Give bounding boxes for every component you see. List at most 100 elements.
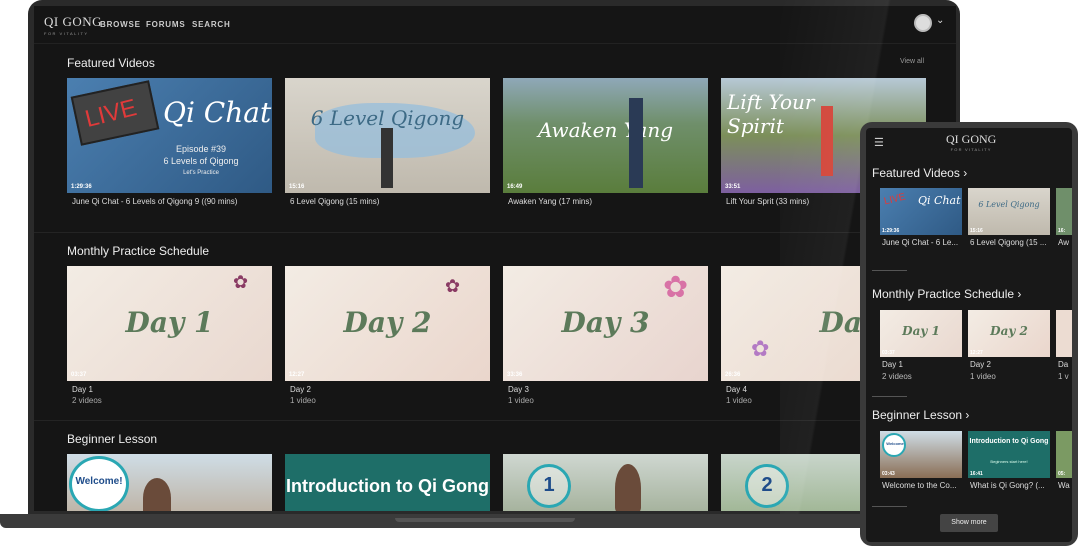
mobile-scroll-indicator [872, 270, 907, 271]
nav-forums[interactable]: FORUMS [146, 20, 185, 29]
thumb-title: Introduction to Qi Gong [969, 438, 1049, 445]
laptop-notch [395, 518, 575, 522]
mobile-video-title[interactable]: Aw [1058, 238, 1072, 247]
video-title[interactable]: Awaken Yang (17 mins) [508, 197, 713, 206]
thumb-title: Awaken Yang [537, 118, 674, 142]
thumb-title: 6 Level Qigong [310, 106, 465, 130]
mobile-thumb[interactable]: LIVE Qi Chat 1:29:36 [880, 188, 962, 235]
mobile-thumb[interactable]: Day 1 03:37 [880, 310, 962, 357]
mobile-thumb[interactable]: 05: [1056, 431, 1072, 478]
mobile-section-monthly[interactable]: Monthly Practice Schedule › [872, 287, 1021, 301]
chevron-down-icon[interactable]: ⌄ [936, 15, 944, 26]
video-card-awaken-yang[interactable]: Awaken Yang 16:49 [503, 78, 708, 193]
thumb-title: 6 Level Qigong [978, 200, 1040, 209]
duration-label: 03:37 [882, 350, 895, 356]
mobile-video-title[interactable]: Day 1 [882, 360, 903, 369]
flower-icon: ✿ [233, 272, 249, 292]
figure [629, 98, 643, 188]
mobile-logo[interactable]: QI GONG FOR VITALITY [946, 132, 996, 152]
thumb-title: Qi Chat [163, 96, 272, 129]
live-badge: LIVE [882, 191, 907, 208]
figure [381, 128, 393, 188]
video-title[interactable]: Day 1 [72, 385, 277, 394]
duration-label: 26:36 [725, 372, 741, 378]
mobile-scroll-indicator [872, 396, 907, 397]
thumb-title: Introduction to Qi Gong [286, 476, 489, 496]
hamburger-menu-icon[interactable]: ☰ [874, 136, 884, 149]
mobile-video-title[interactable]: Day 2 [970, 360, 991, 369]
mobile-scroll-indicator [872, 506, 907, 507]
duration-label: 1:29:36 [882, 228, 900, 234]
mobile-thumb[interactable]: Day 2 12:27 [968, 310, 1050, 357]
mobile-video-count: 2 videos [882, 372, 912, 381]
mobile-video-title[interactable]: June Qi Chat - 6 Le... [882, 238, 964, 247]
thumb-title: Welcome [886, 441, 904, 446]
video-card-6-level[interactable]: 6 Level Qigong 15:16 [285, 78, 490, 193]
video-card-qi-chat[interactable]: LIVE Qi Chat Episode #39 6 Levels of Qig… [67, 78, 272, 193]
thumb-title: Day 2 [990, 324, 1028, 338]
nav-search[interactable]: SEARCH [192, 20, 231, 29]
mobile-thumb[interactable]: Welcome 03:43 [880, 431, 962, 478]
thumb-subtitle: 6 Levels of Qigong [163, 156, 239, 166]
thumb-number: 1 [543, 474, 555, 496]
thumb-title: Day 1 [125, 306, 214, 339]
mobile-thumb[interactable]: Introduction to Qi Gong Beginners start … [968, 431, 1050, 478]
lesson-card-welcome[interactable]: Welcome! [67, 454, 272, 511]
lesson-card-intro[interactable]: Introduction to Qi Gong [285, 454, 490, 511]
duration-label: 03:37 [71, 372, 87, 378]
mobile-video-count: 1 v [1058, 372, 1069, 381]
lesson-card-1[interactable]: 1 [503, 454, 708, 511]
thumb-number: 2 [761, 474, 773, 496]
day-card[interactable]: ✿ Day 2 12:27 [285, 266, 490, 381]
duration-label: 1:29:36 [71, 184, 92, 190]
mobile-thumb[interactable]: 16: [1056, 188, 1072, 235]
chevron-right-icon: › [1017, 287, 1022, 301]
user-avatar[interactable] [914, 14, 932, 32]
mobile-video-title[interactable]: What is Qi Gong? (... [970, 481, 1052, 490]
duration-label: 16:49 [507, 184, 523, 190]
thumb-title: Lift Your Spirit [727, 90, 815, 138]
video-title[interactable]: Day 2 [290, 385, 495, 394]
presenter [143, 478, 171, 511]
duration-label: 33:36 [507, 372, 523, 378]
mobile-section-featured[interactable]: Featured Videos › [872, 166, 967, 180]
duration-label: 16:41 [970, 471, 983, 477]
mobile-thumb[interactable] [1056, 310, 1072, 357]
video-title[interactable]: June Qi Chat - 6 Levels of Qigong 9 ((90… [72, 197, 277, 206]
section-title-beginner: Beginner Lesson [67, 432, 158, 446]
day-card[interactable]: ✿ Day 3 33:36 [503, 266, 708, 381]
mobile-section-beginner[interactable]: Beginner Lesson › [872, 408, 969, 422]
top-nav-bar: QI GONG FOR VITALITY BROWSE FORUMS SEARCH… [34, 6, 956, 44]
duration-label: 03:43 [882, 471, 895, 477]
day-card[interactable]: ✿ Day 1 03:37 [67, 266, 272, 381]
section-divider [34, 232, 956, 233]
flower-icon: ✿ [751, 336, 770, 361]
mobile-screen: ☰ QI GONG FOR VITALITY Featured Videos › … [866, 128, 1072, 542]
duration-label: 16: [1058, 228, 1066, 234]
section-divider [34, 420, 956, 421]
desktop-screen: QI GONG FOR VITALITY BROWSE FORUMS SEARCH… [34, 6, 956, 511]
video-title[interactable]: 6 Level Qigong (15 mins) [290, 197, 495, 206]
video-count: 2 videos [72, 396, 102, 405]
figure [821, 106, 833, 176]
site-logo[interactable]: QI GONG FOR VITALITY [44, 14, 102, 36]
video-count: 1 video [508, 396, 534, 405]
mobile-video-title[interactable]: 6 Level Qigong (15 ... [970, 238, 1052, 247]
show-more-button[interactable]: Show more [940, 514, 998, 532]
thumb-tagline: Let's Practice [183, 170, 219, 176]
mobile-video-title[interactable]: Wa [1058, 481, 1072, 490]
thumb-subtitle: Beginners start here! [990, 459, 1028, 464]
mobile-thumb[interactable]: 6 Level Qigong 15:16 [968, 188, 1050, 235]
view-all-link[interactable]: View all [900, 58, 924, 65]
thumb-title: Day 1 [902, 324, 940, 338]
section-title-monthly: Monthly Practice Schedule [67, 244, 210, 258]
duration-label: 12:27 [289, 372, 305, 378]
nav-browse[interactable]: BROWSE [100, 20, 141, 29]
mobile-video-title[interactable]: Da [1058, 360, 1072, 369]
duration-label: 12:27 [970, 350, 983, 356]
thumb-title: Day 3 [561, 306, 650, 339]
video-title[interactable]: Day 3 [508, 385, 713, 394]
mobile-video-title[interactable]: Welcome to the Co... [882, 481, 964, 490]
duration-label: 15:16 [289, 184, 305, 190]
duration-label: 33:51 [725, 184, 741, 190]
